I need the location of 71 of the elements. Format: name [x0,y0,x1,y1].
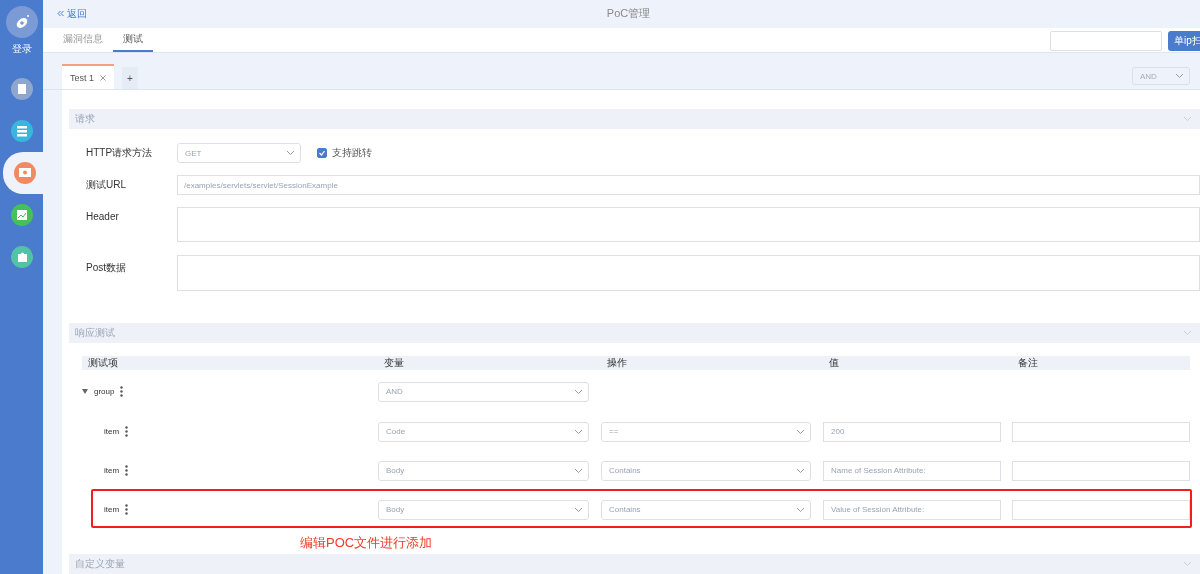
redirect-checkbox[interactable]: 支持跳转 [317,146,372,160]
column-header: 备注 [1017,356,1039,370]
section-title: 响应测试 [75,326,115,340]
close-icon[interactable] [100,74,106,81]
field-label: 测试URL [86,178,127,192]
column-header: 操作 [606,356,628,370]
variable-select[interactable]: Body [378,460,589,481]
variable-select[interactable]: Body [378,499,589,520]
column-header: 变量 [383,356,405,370]
tree-item-label: item [104,466,120,475]
field-label: HTTP请求方法 [86,146,154,160]
more-options-icon[interactable] [125,426,129,437]
more-options-icon[interactable] [125,504,129,515]
operation-select[interactable]: Contains [601,460,811,481]
tab[interactable]: 测试 [113,27,153,52]
more-options-icon[interactable] [125,465,129,476]
note-field[interactable] [1012,499,1190,520]
column-header: 测试项 [87,356,119,370]
chevron-down-icon [574,506,583,513]
section-title: 请求 [75,112,95,126]
chevron-down-icon [796,467,805,474]
section-title: 自定义变量 [75,557,125,571]
add-tab-button[interactable]: + [122,67,138,89]
value-field[interactable]: 200 [823,421,1001,442]
chevron-down-icon [796,428,805,435]
expand-caret-icon[interactable] [82,389,88,394]
scan-button[interactable]: 单ip扫 [1168,30,1200,51]
login-label[interactable]: 登录 [11,42,32,56]
header-field[interactable] [177,207,1200,242]
chevron-down-icon [1183,330,1192,336]
chevron-down-icon [574,388,583,395]
value-field[interactable]: Name of Session Attribute: [823,460,1001,481]
operation-select[interactable]: == [601,421,811,442]
logo-icon[interactable] [5,6,38,38]
server-icon[interactable] [10,78,33,100]
checkbox[interactable] [317,148,327,158]
tree-item-label: item [104,427,120,436]
list-icon[interactable] [10,120,33,142]
monitor-icon[interactable] [13,162,36,184]
field-label: Header [86,210,120,222]
logic-select[interactable]: AND [1132,67,1190,85]
chevron-down-icon [1183,116,1192,122]
url-field[interactable]: /examples/servlets/servlet/SessionExample [177,175,1200,195]
puzzle-icon[interactable] [10,246,33,268]
operation-select[interactable]: Contains [601,499,811,520]
note-field[interactable] [1012,421,1190,442]
variable-select[interactable]: Code [378,421,589,442]
tab[interactable]: 漏洞信息 [53,27,113,52]
chart-icon[interactable] [10,204,33,226]
annotation-text: 编辑POC文件进行添加 [300,534,434,552]
post-data-field[interactable] [177,255,1200,291]
ip-input-field[interactable] [1050,30,1162,51]
chevron-down-icon [574,428,583,435]
chevron-down-icon [286,150,295,156]
field-label: Post数据 [86,261,127,275]
tree-item-label: group [94,387,115,396]
test-tab[interactable]: Test 1 [62,64,114,89]
method-select[interactable]: GET [177,143,301,163]
value-field[interactable]: Value of Session Attribute: [823,499,1001,520]
column-header: 值 [828,356,840,370]
chevron-down-icon [796,506,805,513]
chevron-down-icon [1183,561,1192,567]
back-link[interactable]: 返回 [57,6,87,21]
chevron-down-icon [574,467,583,474]
double-chevron-left-icon [57,10,64,18]
tree-item-label: item [104,505,120,514]
chevron-down-icon [1175,73,1184,79]
more-options-icon[interactable] [120,386,124,397]
variable-select[interactable]: AND [378,381,589,402]
page-title: PoC管理 [606,6,651,22]
note-field[interactable] [1012,460,1190,481]
